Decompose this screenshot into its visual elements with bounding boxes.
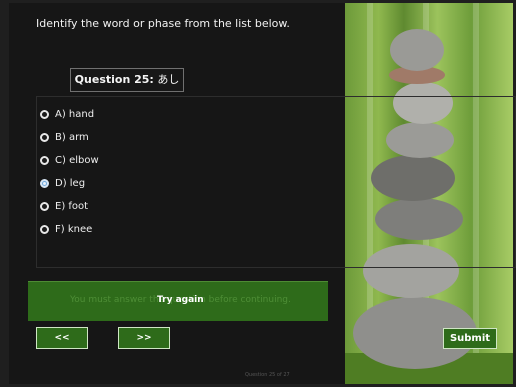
radio-selected-icon[interactable] xyxy=(40,178,49,188)
option-label: C) elbow xyxy=(55,154,99,166)
option-label: D) leg xyxy=(55,177,86,189)
option-b[interactable]: B) arm xyxy=(40,129,89,145)
question-title: Question 25: あし xyxy=(70,68,184,92)
option-a[interactable]: A) hand xyxy=(40,106,94,122)
option-label: B) arm xyxy=(55,131,89,143)
option-label: A) hand xyxy=(55,108,95,120)
progress-text: Question 25 of 27 xyxy=(245,372,290,378)
next-button[interactable]: >> xyxy=(118,327,170,349)
option-label: E) foot xyxy=(55,200,89,212)
question-number: Question 25: xyxy=(74,73,154,86)
option-f[interactable]: F) knee xyxy=(40,221,92,237)
question-word: あし xyxy=(157,73,180,86)
radio-icon[interactable] xyxy=(40,201,49,211)
answer-area xyxy=(36,96,516,268)
try-again-button[interactable]: Try again xyxy=(157,295,204,305)
submit-button[interactable]: Submit xyxy=(443,328,497,349)
radio-icon[interactable] xyxy=(40,155,49,165)
quiz-window: Identify the word or phase from the list… xyxy=(0,0,516,387)
radio-icon[interactable] xyxy=(40,132,49,142)
radio-icon[interactable] xyxy=(40,224,49,234)
radio-icon[interactable] xyxy=(40,109,49,119)
option-c[interactable]: C) elbow xyxy=(40,152,99,168)
option-e[interactable]: E) foot xyxy=(40,198,88,214)
instruction-text: Identify the word or phase from the list… xyxy=(36,17,290,30)
option-label: F) knee xyxy=(55,223,93,235)
previous-button[interactable]: << xyxy=(36,327,88,349)
option-d[interactable]: D) leg xyxy=(40,175,85,191)
